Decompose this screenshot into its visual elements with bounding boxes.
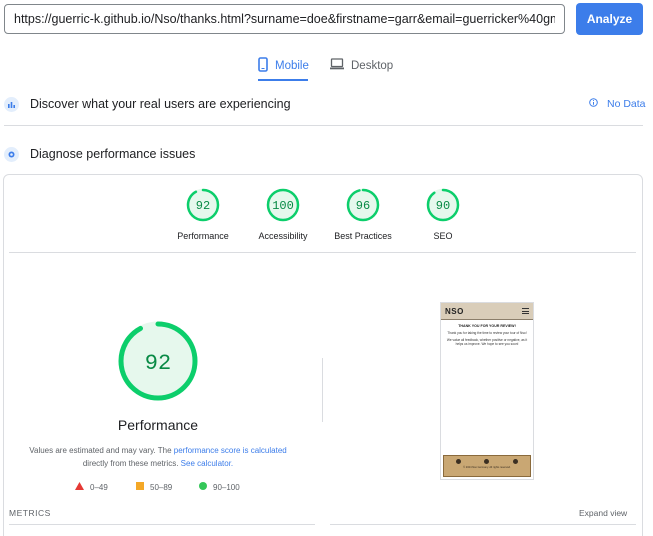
legend-fail-label: 0–49 — [90, 482, 108, 492]
legend-fail: 0–49 — [75, 482, 108, 492]
circle-icon — [199, 482, 207, 492]
square-icon — [136, 482, 144, 492]
analyze-button[interactable]: Analyze — [576, 3, 643, 35]
thumb-line1: Thank you for taking the time to review … — [447, 331, 527, 335]
users-icon — [4, 96, 19, 112]
menu-icon — [522, 308, 529, 314]
thumb-logo: NSO — [445, 306, 464, 316]
score-ring: 92 — [186, 188, 220, 222]
section-divider — [4, 125, 643, 126]
score-label: Performance — [177, 231, 229, 241]
metrics-rule-left — [9, 524, 315, 525]
score-gauge-best-practices[interactable]: 96 Best Practices — [318, 188, 408, 241]
thumb-line2: We value all feedback, whether positive … — [446, 337, 528, 347]
score-ring: 90 — [426, 188, 460, 222]
metrics-rule-right — [330, 524, 636, 525]
see-calculator-link[interactable]: See calculator. — [181, 459, 233, 468]
thumb-body: THANK YOU FOR YOUR REVIEW! Thank you for… — [441, 320, 533, 351]
score-gauge-seo[interactable]: 90 SEO — [398, 188, 488, 241]
desktop-icon — [330, 58, 344, 73]
diagnose-icon — [4, 146, 19, 162]
score-label: Accessibility — [258, 231, 308, 241]
url-input[interactable] — [4, 4, 565, 34]
tab-desktop-label: Desktop — [351, 59, 394, 72]
page-screenshot-thumbnail: NSO THANK YOU FOR YOUR REVIEW! Thank you… — [440, 302, 534, 480]
note-prefix: Values are estimated and may vary. The — [29, 446, 174, 455]
thumb-footer: © 2024 Nso Germany. All rights reserved. — [443, 455, 531, 477]
score-value: 92 — [196, 199, 210, 213]
expand-view-button[interactable]: Expand view — [579, 508, 627, 518]
tab-mobile[interactable]: Mobile — [258, 52, 309, 79]
legend-average-label: 50–89 — [150, 482, 173, 492]
thumb-header: NSO — [441, 303, 533, 320]
vertical-separator — [322, 358, 323, 422]
linkedin-icon — [513, 459, 519, 464]
legend-pass-label: 90–100 — [213, 482, 240, 492]
score-note: Values are estimated and may vary. The p… — [24, 444, 292, 470]
performance-gauge: 92 — [118, 321, 198, 401]
info-icon — [589, 98, 598, 110]
score-label: Best Practices — [334, 231, 392, 241]
instagram-icon — [484, 459, 490, 464]
tab-mobile-label: Mobile — [275, 59, 309, 72]
thumb-social-icons — [444, 456, 530, 464]
legend-pass: 90–100 — [199, 482, 240, 492]
triangle-icon — [75, 482, 84, 492]
no-data-status[interactable]: No Data — [589, 98, 646, 110]
performance-title: Performance — [117, 417, 199, 433]
field-data-section: Discover what your real users are experi… — [0, 92, 653, 116]
diagnose-title: Diagnose performance issues — [30, 147, 196, 161]
score-label: SEO — [433, 231, 453, 241]
legend-average: 50–89 — [136, 482, 172, 492]
score-value: 96 — [356, 199, 370, 213]
thumb-heading: THANK YOU FOR YOUR REVIEW! — [458, 324, 516, 328]
tab-desktop[interactable]: Desktop — [330, 52, 394, 79]
score-ring: 96 — [346, 188, 380, 222]
thumb-footer-text: © 2024 Nso Germany. All rights reserved. — [463, 466, 511, 469]
note-middle: directly from these metrics. — [82, 459, 181, 468]
device-tabs: Mobile Desktop — [0, 52, 653, 81]
score-ring: 100 — [266, 188, 300, 222]
diagnose-section: Diagnose performance issues — [0, 142, 653, 166]
score-value: 100 — [272, 199, 294, 213]
card-divider — [9, 252, 636, 253]
field-data-title: Discover what your real users are experi… — [30, 97, 291, 111]
score-gauge-performance[interactable]: 92 Performance — [158, 188, 248, 241]
no-data-label: No Data — [607, 98, 646, 110]
score-value: 90 — [436, 199, 450, 213]
performance-score-value: 92 — [145, 351, 171, 376]
score-calc-link[interactable]: performance score is calculated — [174, 446, 287, 455]
tab-active-indicator — [258, 79, 308, 81]
mobile-icon — [258, 56, 268, 75]
metrics-header: METRICS — [9, 508, 51, 518]
score-gauge-accessibility[interactable]: 100 Accessibility — [238, 188, 328, 241]
facebook-icon — [455, 459, 461, 464]
